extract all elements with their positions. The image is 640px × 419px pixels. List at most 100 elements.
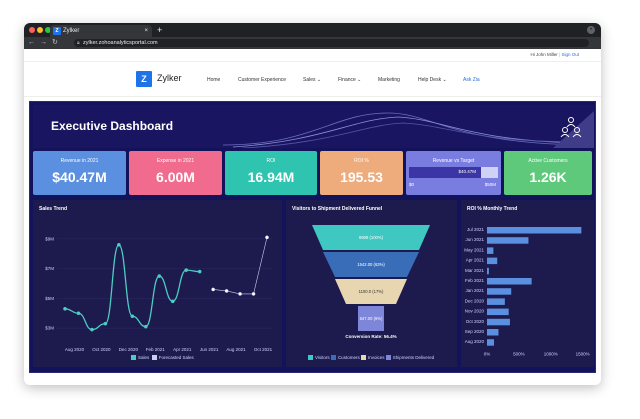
- legend-swatch-invoices[interactable]: [360, 355, 366, 361]
- forecast-point[interactable]: [265, 235, 269, 240]
- dashboard-banner: Executive Dashboard: [33, 105, 594, 148]
- forecast-point[interactable]: [238, 292, 242, 296]
- roi-bar[interactable]: [487, 308, 509, 316]
- roi-category-label: May 2021: [464, 247, 484, 252]
- legend-swatch-customers[interactable]: [330, 355, 336, 361]
- sales-point[interactable]: [130, 314, 135, 319]
- roi-bar[interactable]: [487, 247, 494, 254]
- roi-category-label: Dec 2020: [465, 298, 485, 303]
- minimize-window-dot[interactable]: [37, 27, 43, 33]
- legend-swatch-visitors[interactable]: [308, 355, 313, 361]
- revenue-target-value: $40.47M: [458, 169, 476, 174]
- sales-point[interactable]: [184, 268, 189, 272]
- sales-point[interactable]: [170, 299, 175, 304]
- sales-point[interactable]: [117, 242, 121, 247]
- roi-category-label: Sep 2020: [465, 329, 485, 334]
- legend-swatch-shipments[interactable]: [385, 355, 391, 361]
- roi-bar[interactable]: [487, 318, 510, 326]
- nav-help-desk[interactable]: Help Desk ⌄: [418, 77, 447, 83]
- zylker-logo[interactable]: Z: [136, 71, 152, 87]
- browser-menu-icon[interactable]: •: [587, 26, 595, 34]
- funnel-stage-label: 1542.00 (63%): [357, 262, 385, 267]
- roi-bar[interactable]: [487, 288, 512, 295]
- reload-icon[interactable]: ↻: [52, 37, 58, 49]
- roi-bar[interactable]: [487, 278, 532, 285]
- browser-window: Z Zylker × + • ← → ↻ 🔒︎ zylker.zohoanaly…: [24, 23, 601, 385]
- forecast-point[interactable]: [251, 292, 256, 296]
- sales-point[interactable]: [157, 274, 162, 278]
- kpi-card-3[interactable]: ROI 16.94M: [225, 151, 317, 195]
- nav-marketing[interactable]: Marketing: [378, 77, 400, 83]
- website: Hi John Miller | Sign Out Z Zylker Home …: [24, 49, 601, 385]
- sales-trend-panel: Sales Trend $3M $5M $7M $9M Aug 2020 Oct 2020…: [33, 200, 282, 367]
- forecast-legend-swatch[interactable]: [151, 355, 157, 361]
- nav-ask-zia[interactable]: Ask Zia: [463, 77, 480, 83]
- x-tick-label: Aug 2021: [226, 347, 246, 352]
- scale-max: $50M: [484, 182, 496, 187]
- nav-customer-experience[interactable]: Customer Experience: [238, 77, 286, 83]
- sales-point[interactable]: [103, 321, 108, 326]
- sign-out-link[interactable]: Sign Out: [561, 52, 579, 57]
- roi-category-label: Jun 2021: [465, 237, 484, 242]
- funnel-stage-label: 647.00 (6%): [360, 316, 383, 321]
- kpi-label: Revenue in 2021: [60, 158, 99, 164]
- legend-label-shipments: Shipments Delivered: [392, 355, 435, 360]
- roi-bar[interactable]: [487, 257, 498, 265]
- sales-point[interactable]: [143, 324, 148, 329]
- kpi-card-6[interactable]: Active Customers 1.26K: [504, 151, 592, 195]
- dashboard-title: Executive Dashboard: [51, 119, 174, 133]
- forward-icon[interactable]: →: [40, 37, 47, 49]
- roi-category-label: Jan 2021: [465, 288, 484, 293]
- site-navbar: Z Zylker Home Customer Experience Sales …: [24, 61, 601, 97]
- zylker-favicon: Z: [53, 27, 61, 35]
- forecast-line: [213, 237, 268, 295]
- roi-bar[interactable]: [487, 267, 489, 275]
- legend-label-invoices: Invoices: [367, 355, 385, 360]
- funnel-panel: Visitors to Shipment Delivered Funnel 89…: [286, 200, 457, 367]
- kpi-card-5[interactable]: Revenue vs Target $40.47M $0 $50M: [406, 151, 501, 195]
- close-window-dot[interactable]: [29, 27, 35, 33]
- x-tick-label: Oct 2020: [92, 347, 111, 352]
- nav-home[interactable]: Home: [207, 77, 220, 83]
- roi-bar[interactable]: [487, 329, 499, 336]
- user-bar: Hi John Miller | Sign Out: [530, 52, 579, 57]
- roi-bar[interactable]: [487, 339, 495, 346]
- sales-point[interactable]: [90, 327, 94, 332]
- legend-label-customers: Customers: [337, 355, 360, 360]
- sales-point[interactable]: [63, 306, 67, 311]
- nav-sales[interactable]: Sales ⌄: [303, 77, 321, 83]
- roi-category-label: Mar 2021: [465, 268, 485, 273]
- browser-tab[interactable]: Z Zylker ×: [50, 25, 152, 37]
- roi-bar[interactable]: [487, 298, 505, 305]
- sales-trend-chart: $3M $5M $7M $9M Aug 2020 Oct 2020 Dec 2020 Feb …: [45, 235, 273, 352]
- roi-trend-chart: Jul 2021 Jun 2021 May 2021 Apr 2021 Mar 2021…: [464, 227, 590, 356]
- close-tab-icon[interactable]: ×: [144, 25, 148, 37]
- roi-x-tick-label: 0%: [484, 351, 491, 356]
- sales-point[interactable]: [197, 269, 202, 274]
- forecast-point[interactable]: [224, 289, 229, 293]
- roi-bar[interactable]: [487, 237, 529, 244]
- user-greeting: Hi John Miller: [530, 52, 558, 57]
- url-field[interactable]: 🔒︎ zylker.zohoanalyticsportal.com: [74, 39, 589, 47]
- roi-category-label: Aug 2020: [465, 339, 485, 344]
- new-tab-icon[interactable]: +: [157, 23, 162, 37]
- sales-legend-swatch[interactable]: [131, 355, 136, 361]
- nav-finance[interactable]: Finance ⌄: [338, 77, 361, 83]
- roi-x-tick-label: 500%: [513, 351, 525, 356]
- back-icon[interactable]: ←: [28, 37, 35, 49]
- kpi-value: 16.94M: [247, 169, 295, 185]
- kpi-label: ROI %: [354, 158, 369, 164]
- kpi-card-1[interactable]: Revenue in 2021 $40.47M: [33, 151, 126, 195]
- roi-x-tick-label: 1000%: [544, 351, 558, 356]
- roi-category-label: Nov 2020: [465, 309, 485, 314]
- kpi-card-4[interactable]: ROI % 195.53: [320, 151, 403, 195]
- roi-category-label: Jul 2021: [467, 227, 485, 232]
- forecast-point[interactable]: [211, 287, 215, 292]
- sales-point[interactable]: [76, 311, 81, 316]
- kpi-value: 195.53: [340, 169, 383, 185]
- funnel-chart: 8908 (100%) 1542.00 (63%) 1100.0 (17%) 647.…: [312, 225, 430, 339]
- kpi-card-2[interactable]: Expense in 2021 6.00M: [129, 151, 222, 195]
- roi-bar[interactable]: [487, 227, 582, 234]
- scale-min: $0: [409, 182, 415, 187]
- brand-name[interactable]: Zylker: [157, 73, 182, 83]
